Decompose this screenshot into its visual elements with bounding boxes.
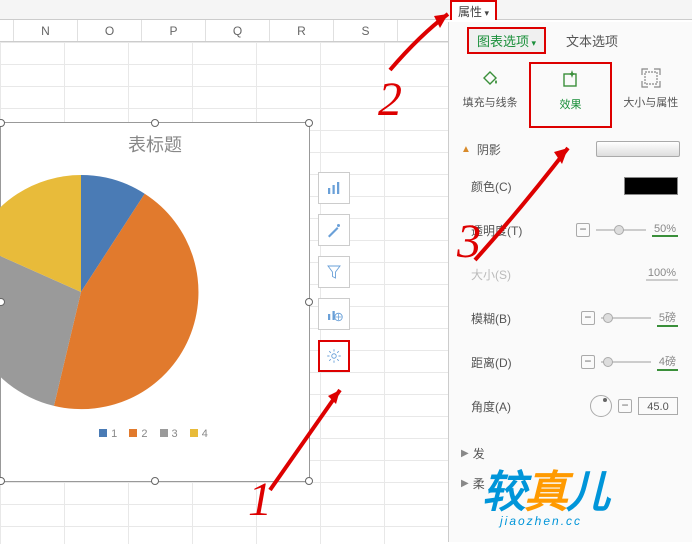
color-swatch[interactable] — [624, 177, 678, 195]
resize-handle[interactable] — [305, 119, 313, 127]
chart-filter-button[interactable] — [318, 256, 350, 288]
tab-label: 填充与线条 — [463, 94, 518, 110]
shadow-preset-dropdown[interactable] — [596, 141, 680, 157]
size-value: 100% — [646, 267, 678, 281]
transparency-slider[interactable] — [596, 225, 646, 235]
prop-transparency: 透明度(T) − 50% — [461, 208, 680, 252]
chart-settings-button[interactable] — [318, 340, 350, 372]
col-O[interactable]: O — [78, 20, 142, 41]
tab-label: 效果 — [559, 96, 581, 112]
chart-style-button[interactable] — [318, 214, 350, 246]
tab-chart-options[interactable]: 图表选项 — [467, 27, 546, 54]
minus-button[interactable]: − — [618, 399, 632, 413]
resize-handle[interactable] — [305, 298, 313, 306]
pie-chart[interactable] — [0, 162, 211, 422]
col-S[interactable]: S — [334, 20, 398, 41]
tab-effect[interactable]: 效果 — [529, 62, 611, 128]
annotation-label-1: 1 — [248, 472, 272, 527]
tab-fill-line[interactable]: 填充与线条 — [451, 62, 529, 128]
color-label: 颜色(C) — [461, 178, 551, 195]
glow-section-header[interactable]: ▶发 — [461, 438, 680, 468]
size-icon — [639, 66, 663, 90]
distance-label: 距离(D) — [461, 354, 551, 371]
annotation-label-3: 3 — [457, 214, 481, 269]
prop-distance: 距离(D) − 4磅 — [461, 340, 680, 384]
angle-dial[interactable] — [590, 395, 612, 417]
tab-text-options[interactable]: 文本选项 — [566, 31, 618, 50]
col-P[interactable]: P — [142, 20, 206, 41]
blur-label: 模糊(B) — [461, 310, 551, 327]
shadow-header[interactable]: ▲ 阴影 — [461, 134, 680, 164]
col-Q[interactable]: Q — [206, 20, 270, 41]
prop-color: 颜色(C) — [461, 164, 680, 208]
resize-handle[interactable] — [305, 477, 313, 485]
chart-legend[interactable]: 1 2 3 4 — [1, 428, 309, 440]
resize-handle[interactable] — [151, 119, 159, 127]
minus-button[interactable]: − — [581, 355, 595, 369]
panel-top-tabs: 图表选项 文本选项 — [449, 22, 692, 58]
minus-button[interactable]: − — [576, 223, 590, 237]
chart-object[interactable]: 表标题 1 2 3 4 — [0, 122, 310, 482]
expandable-sections: ▶发 ▶柔 — [449, 434, 692, 502]
distance-value: 4磅 — [657, 353, 678, 371]
properties-panel: 图表选项 文本选项 填充与线条 效果 大小与属性 ▲ 阴影 颜色(C) 透明度(… — [448, 22, 692, 542]
paint-bucket-icon — [478, 66, 502, 90]
minus-button[interactable]: − — [581, 311, 595, 325]
shadow-label: 阴影 — [477, 141, 501, 158]
prop-size: 大小(S) 100% — [461, 252, 680, 296]
effect-icon — [558, 68, 582, 92]
distance-slider[interactable] — [601, 357, 651, 367]
chart-side-toolbar — [318, 172, 354, 372]
angle-label: 角度(A) — [461, 398, 551, 415]
soft-edges-section-header[interactable]: ▶柔 — [461, 468, 680, 498]
chart-elements-button[interactable] — [318, 172, 350, 204]
chart-data-button[interactable] — [318, 298, 350, 330]
tab-size-properties[interactable]: 大小与属性 — [612, 62, 690, 128]
resize-handle[interactable] — [151, 477, 159, 485]
collapse-icon: ▲ — [461, 144, 471, 155]
col-corner — [0, 20, 14, 41]
col-N[interactable]: N — [14, 20, 78, 41]
chart-title[interactable]: 表标题 — [1, 123, 309, 157]
blur-slider[interactable] — [601, 313, 651, 323]
panel-icon-tabs: 填充与线条 效果 大小与属性 — [449, 58, 692, 128]
shadow-section: ▲ 阴影 颜色(C) 透明度(T) − 50% 大小(S) 100% 模糊(B) — [449, 128, 692, 434]
transparency-value: 50% — [652, 223, 678, 237]
tab-label: 大小与属性 — [623, 94, 678, 110]
angle-value[interactable]: 45.0 — [638, 397, 678, 415]
annotation-label-2: 2 — [378, 72, 402, 127]
formula-bar: 属性 — [0, 0, 692, 20]
prop-angle: 角度(A) − 45.0 — [461, 384, 680, 428]
col-R[interactable]: R — [270, 20, 334, 41]
prop-blur: 模糊(B) − 5磅 — [461, 296, 680, 340]
blur-value: 5磅 — [657, 309, 678, 327]
